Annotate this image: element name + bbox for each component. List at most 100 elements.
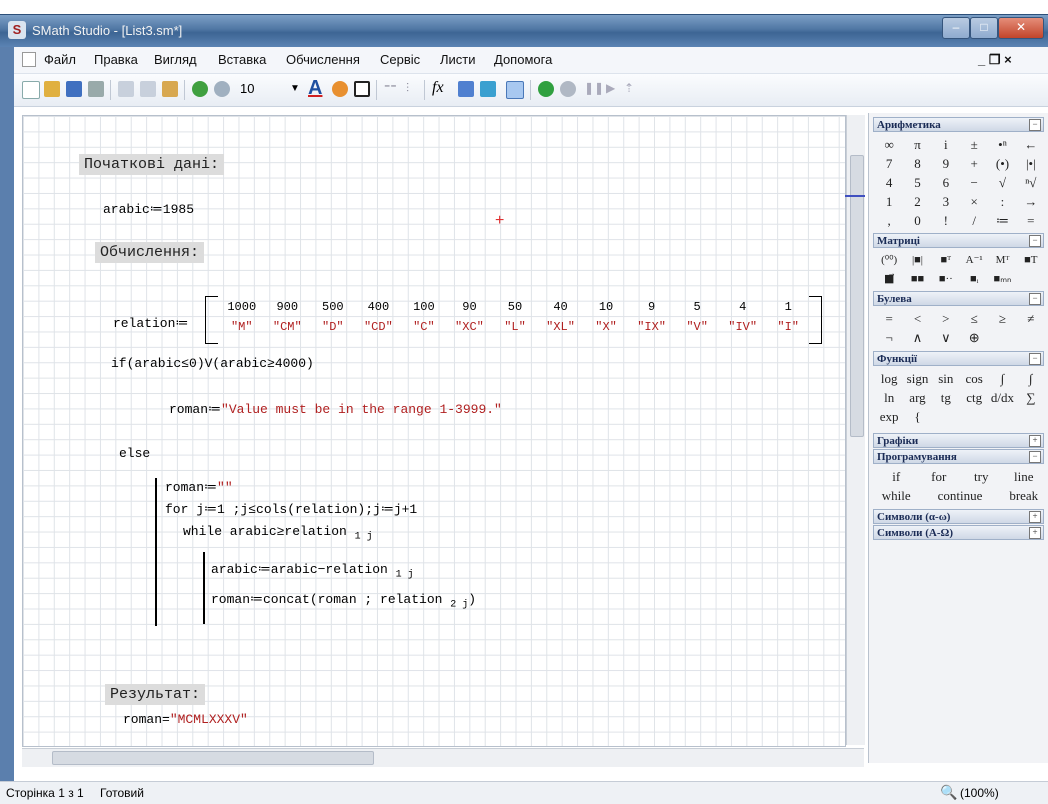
palette-button[interactable]: ■ᵀ <box>932 251 960 270</box>
collapse-icon[interactable]: − <box>1029 293 1041 305</box>
matrix-cell[interactable]: 10 <box>583 300 629 314</box>
palette-button[interactable]: |•| <box>1017 154 1045 173</box>
palette-button[interactable]: , <box>875 211 903 230</box>
stop-icon[interactable] <box>560 81 576 97</box>
palette-button[interactable]: ∑ <box>1017 388 1045 407</box>
matrix-cell[interactable]: 400 <box>356 300 402 314</box>
matrix-cell[interactable]: 5 <box>674 300 720 314</box>
chevron-down-icon[interactable]: ▼ <box>290 83 300 94</box>
matrix-cell[interactable]: "C" <box>401 320 447 334</box>
new-file-icon[interactable] <box>22 81 40 99</box>
palette-button[interactable]: ± <box>960 135 988 154</box>
palette-button[interactable]: ■⃗ <box>875 270 903 289</box>
palette-button[interactable]: ■·· <box>932 270 960 289</box>
collapse-icon[interactable]: − <box>1029 119 1041 131</box>
palette-button[interactable]: if <box>875 467 918 486</box>
matrix-cell[interactable]: "X" <box>583 320 629 334</box>
matrix-cell[interactable]: "CM" <box>265 320 311 334</box>
matrix-cell[interactable]: 1000 <box>219 300 265 314</box>
font-size-select[interactable]: 10 <box>240 81 254 96</box>
palette-button[interactable]: for <box>918 467 961 486</box>
if-condition[interactable]: if(arabic≤0)V(arabic≥4000) <box>111 356 314 371</box>
palette-button[interactable]: arg <box>903 388 931 407</box>
palette-button[interactable]: + <box>960 154 988 173</box>
palette-button[interactable]: ≔ <box>988 211 1016 230</box>
palette-button[interactable]: ln <box>875 388 903 407</box>
palette-button[interactable]: 6 <box>932 173 960 192</box>
palette-button[interactable]: (⁰⁰) <box>875 251 903 270</box>
matrix-cell[interactable]: "V" <box>674 320 720 334</box>
palette-button[interactable]: (•) <box>988 154 1016 173</box>
redo-icon[interactable] <box>214 81 230 97</box>
close-button[interactable]: ✕ <box>998 17 1044 39</box>
program-line-while[interactable]: while arabic≥relation 1 j <box>183 524 373 543</box>
undo-icon[interactable] <box>192 81 208 97</box>
palette-button[interactable]: : <box>988 192 1016 211</box>
palette-button[interactable]: ! <box>932 211 960 230</box>
vertical-scrollbar[interactable] <box>845 115 865 745</box>
palette-button[interactable]: × <box>960 192 988 211</box>
palette-button[interactable]: ≤ <box>960 309 988 328</box>
program-line-init[interactable]: roman≔"" <box>165 480 233 495</box>
program-line-for[interactable]: for j≔1 ;j≤cols(relation);j≔j+1 <box>165 502 417 517</box>
matrix-cell[interactable]: 9 <box>629 300 675 314</box>
play-icon[interactable]: ▶ <box>606 81 615 95</box>
matrix-cell[interactable]: "IX" <box>629 320 675 334</box>
palette-button[interactable]: { <box>903 407 931 426</box>
palette-button[interactable]: → <box>1017 192 1045 211</box>
matrix-cell[interactable]: 500 <box>310 300 356 314</box>
menu-file[interactable]: Файл <box>44 52 76 67</box>
palette-button[interactable]: 1 <box>875 192 903 211</box>
open-file-icon[interactable] <box>44 81 60 97</box>
menu-help[interactable]: Допомога <box>494 52 552 67</box>
palette-button[interactable]: tg <box>932 388 960 407</box>
palette-button[interactable]: A⁻¹ <box>960 251 988 270</box>
menu-view[interactable]: Вигляд <box>154 52 197 67</box>
filter-icon[interactable] <box>458 81 474 97</box>
maximize-button[interactable]: □ <box>970 17 998 39</box>
arabic-assignment[interactable]: arabic≔1985 <box>103 202 194 217</box>
palette-button[interactable]: ⁿ√ <box>1017 173 1045 192</box>
palette-button[interactable]: √ <box>988 173 1016 192</box>
palette-button[interactable]: ■ᵢ <box>960 270 988 289</box>
chart-icon[interactable] <box>480 81 496 97</box>
cut-icon[interactable] <box>118 81 134 97</box>
matrix-cell[interactable]: 900 <box>265 300 311 314</box>
palette-button[interactable]: ¬ <box>875 328 903 347</box>
function-icon[interactable]: fx <box>432 79 444 97</box>
palette-button[interactable]: > <box>932 309 960 328</box>
roman-error-assignment[interactable]: roman≔"Value must be in the range 1-3999… <box>169 402 502 417</box>
matrix-cell[interactable]: "XC" <box>447 320 493 334</box>
palette-button[interactable]: •ⁿ <box>988 135 1016 154</box>
palette-button[interactable]: log <box>875 369 903 388</box>
palette-button[interactable]: ■■ <box>903 270 931 289</box>
scroll-thumb[interactable] <box>850 155 864 437</box>
palette-button[interactable]: = <box>875 309 903 328</box>
palette-button[interactable]: = <box>1017 211 1045 230</box>
palette-button[interactable]: ∫ <box>1017 369 1045 388</box>
palette-button[interactable]: ≥ <box>988 309 1016 328</box>
palette-button[interactable]: ≠ <box>1017 309 1045 328</box>
step-icon[interactable]: ⇡ <box>624 81 634 95</box>
palette-button[interactable]: |■| <box>903 251 931 270</box>
palette-button[interactable]: ∞ <box>875 135 903 154</box>
matrix-cell[interactable]: "XL" <box>538 320 584 334</box>
palette-button[interactable]: sin <box>932 369 960 388</box>
mdi-controls[interactable]: _ ❐ × <box>978 52 1012 68</box>
matrix-cell[interactable]: 4 <box>720 300 766 314</box>
palette-button[interactable]: ∫ <box>988 369 1016 388</box>
matrix-cell[interactable]: "CD" <box>356 320 402 334</box>
matrix-cell[interactable]: "M" <box>219 320 265 334</box>
palette-button[interactable]: while <box>875 486 918 505</box>
palette-button[interactable]: ⊕ <box>960 328 988 347</box>
palette-button[interactable]: 9 <box>932 154 960 173</box>
panel-header-programming[interactable]: Програмування − <box>873 449 1044 464</box>
palette-button[interactable]: ■ₘₙ <box>988 270 1016 289</box>
palette-button[interactable]: 3 <box>932 192 960 211</box>
palette-button[interactable]: 0 <box>903 211 931 230</box>
matrix-cell[interactable]: 40 <box>538 300 584 314</box>
matrix-cell[interactable]: 1 <box>765 300 811 314</box>
expand-icon[interactable]: + <box>1029 435 1041 447</box>
calculator-icon[interactable] <box>506 81 524 99</box>
expand-icon[interactable]: + <box>1029 511 1041 523</box>
